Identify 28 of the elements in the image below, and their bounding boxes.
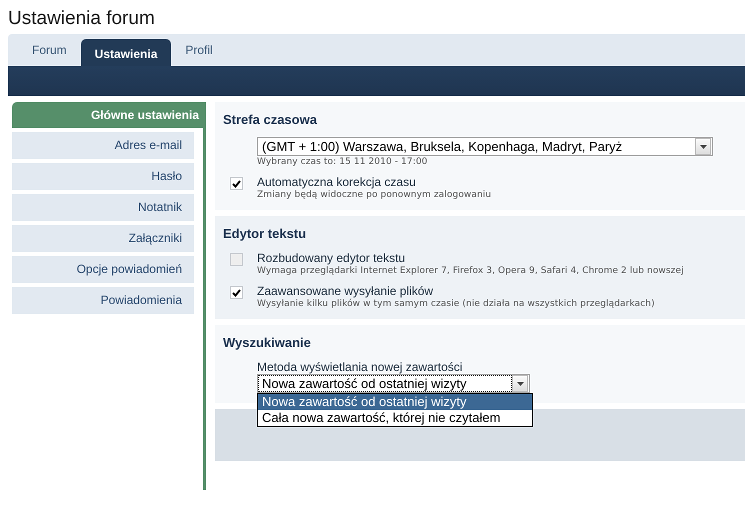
section-heading: Edytor tekstu [223, 226, 308, 241]
sidebar-item[interactable]: Opcje powiadomień [12, 256, 194, 283]
hint-text: Wysyłanie kilku plików w tym samym czasie (nie działa na wszystkich przeglądarkach) [257, 299, 655, 309]
dropdown[interactable]: Nowa zawartość od ostatniej wizyty [257, 374, 530, 393]
tab[interactable]: Forum [18, 39, 81, 66]
dropdown-option[interactable]: Cała nowa zawartość, której nie czytałem [258, 410, 532, 426]
tab[interactable]: Ustawienia [80, 39, 172, 66]
section-heading: Strefa czasowa [223, 112, 318, 127]
checkbox[interactable] [230, 177, 243, 190]
hint-text: Wybrany czas to: 15 11 2010 - 17:00 [257, 157, 428, 167]
hint-text: Wymaga przeglądarki Internet Explorer 7, Firefox 3, Opera 9, Safari 4, Chrome 2 lub nowszej [257, 266, 684, 276]
sidebar-item[interactable]: Załączniki [12, 225, 194, 252]
checkbox-label: Zaawansowane wysyłanie plików [257, 284, 434, 298]
checkbox-label: Rozbudowany edytor tekstu [257, 251, 406, 265]
sidebar-item[interactable]: Adres e-mail [12, 132, 194, 159]
sidebar-item[interactable]: Powiadomienia [12, 287, 194, 314]
sidebar-item[interactable]: Notatnik [12, 194, 194, 221]
sidebar-item[interactable]: Hasło [12, 163, 194, 190]
page-title: Ustawienia forum [8, 7, 156, 31]
checkbox[interactable] [230, 286, 243, 299]
hint-text: Zmiany będą widoczne po ponownym zalogowaniu [257, 190, 492, 200]
section-heading: Wyszukiwanie [223, 335, 312, 350]
checkbox-label: Automatyczna korekcja czasu [257, 175, 417, 189]
tab[interactable]: Profil [171, 39, 227, 66]
dropdown-option[interactable]: Nowa zawartość od ostatniej wizyty [258, 394, 532, 410]
field-label: Metoda wyświetlania nowej zawartości [257, 360, 464, 374]
sidebar-item[interactable]: Główne ustawienia [12, 102, 203, 128]
dropdown[interactable]: (GMT + 1:00) Warszawa, Bruksela, Kopenhaga, Madryt, Paryż [257, 137, 713, 156]
